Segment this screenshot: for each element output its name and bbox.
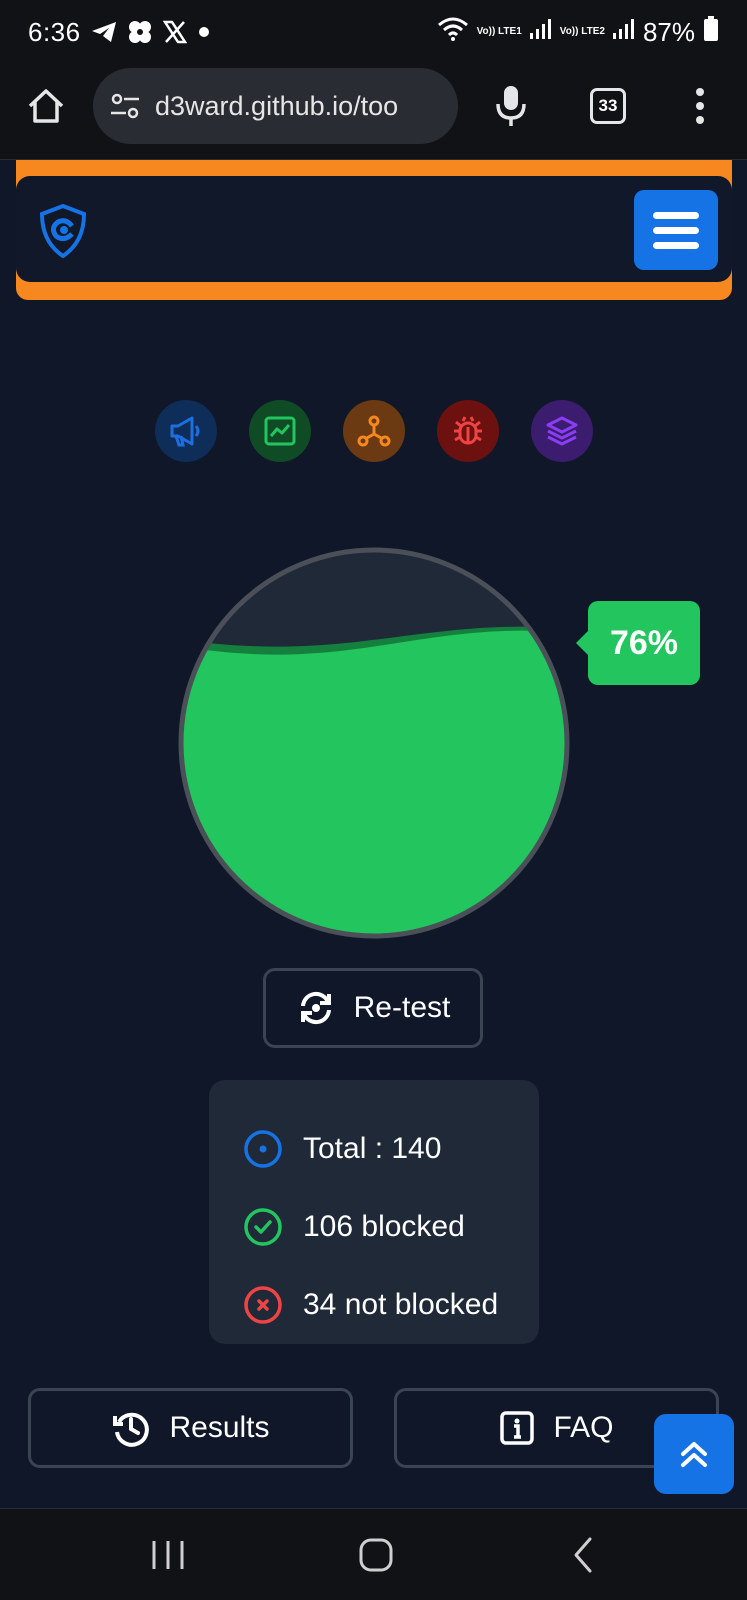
voice-search-button[interactable] [494, 84, 528, 128]
mic-icon [496, 86, 526, 126]
gauge-fill [181, 630, 567, 936]
stat-total-text: Total : 140 [303, 1132, 442, 1165]
chart-icon [264, 416, 296, 446]
double-chevron-up-icon [681, 1442, 707, 1467]
hamburger-menu-button[interactable] [634, 190, 718, 270]
megaphone-icon [170, 416, 200, 447]
net1-label: Vo)) LTE1 [476, 26, 522, 37]
home-button[interactable] [26, 86, 66, 126]
stat-not-blocked: 34 not blocked [243, 1266, 539, 1344]
shield-logo-icon[interactable] [38, 203, 88, 259]
site-settings-icon[interactable] [109, 90, 141, 122]
recents-button[interactable] [146, 1533, 190, 1577]
signal2-icon [612, 17, 635, 48]
info-icon [500, 1411, 535, 1445]
wifi-icon [437, 16, 469, 49]
battery-percent: 87% [642, 16, 695, 47]
stat-blocked-text: 106 blocked [303, 1210, 465, 1243]
results-label: Results [169, 1411, 270, 1444]
analytics-category-button[interactable] [249, 400, 311, 462]
scroll-to-top-button[interactable] [654, 1414, 734, 1494]
stats-panel: Total : 140 106 blocked 34 not blocked [209, 1080, 539, 1344]
home-icon [28, 89, 64, 123]
system-nav-bar [0, 1508, 747, 1600]
refresh-icon [300, 991, 331, 1025]
home-nav-button[interactable] [354, 1533, 398, 1577]
x-circle-icon [244, 1286, 282, 1324]
other-category-button[interactable] [531, 400, 593, 462]
bug-icon [454, 416, 482, 445]
battery-icon [703, 15, 719, 49]
check-circle-icon [244, 1208, 282, 1246]
status-time: 6:36 [28, 16, 81, 47]
trackers-category-button[interactable] [343, 400, 405, 462]
url-text[interactable]: d3ward.github.io/too [155, 91, 398, 122]
menu-bar [653, 226, 699, 234]
home-nav-icon [359, 1538, 393, 1572]
status-right: Vo)) LTE1 Vo)) LTE2 87% [437, 15, 719, 49]
signal1-icon [529, 17, 552, 48]
dot-icon [197, 25, 211, 39]
back-button[interactable] [562, 1533, 606, 1577]
pinwheel-icon [127, 19, 153, 45]
layers-icon [546, 416, 578, 446]
score-gauge [178, 547, 570, 939]
retest-button[interactable]: Re-test [263, 968, 483, 1048]
site-header-inner [16, 176, 732, 282]
status-bar: 6:36 Vo)) LTE1 Vo)) LTE2 87% [0, 0, 747, 64]
target-icon [244, 1130, 282, 1168]
telegram-icon [91, 20, 117, 44]
x-icon [162, 20, 187, 44]
stat-total: Total : 140 [243, 1110, 539, 1188]
notification-icons [91, 19, 211, 45]
faq-label: FAQ [553, 1411, 614, 1444]
malware-category-button[interactable] [437, 400, 499, 462]
net2-label: Vo)) LTE2 [559, 26, 605, 37]
retest-label: Re-test [353, 991, 451, 1024]
back-icon [574, 1537, 592, 1573]
tab-switcher-button[interactable]: 33 [590, 88, 626, 124]
site-header [16, 160, 732, 300]
stat-not-blocked-text: 34 not blocked [303, 1288, 499, 1321]
menu-bar [653, 241, 699, 249]
ads-category-button[interactable] [155, 400, 217, 462]
screen: 6:36 Vo)) LTE1 Vo)) LTE2 87% d3ward.gith… [0, 0, 747, 1600]
stat-blocked: 106 blocked [243, 1188, 539, 1266]
browser-toolbar: d3ward.github.io/too 33 [0, 64, 747, 160]
recents-icon [152, 1541, 184, 1569]
category-icons [155, 400, 593, 462]
more-vert-icon [696, 88, 704, 124]
score-percent-badge: 76% [576, 601, 700, 685]
overflow-menu-button[interactable] [690, 86, 710, 126]
network-icon [357, 415, 391, 447]
history-icon [113, 1412, 150, 1447]
results-button[interactable]: Results [28, 1388, 353, 1468]
menu-bar [653, 211, 699, 219]
address-bar[interactable]: d3ward.github.io/too [93, 68, 458, 144]
